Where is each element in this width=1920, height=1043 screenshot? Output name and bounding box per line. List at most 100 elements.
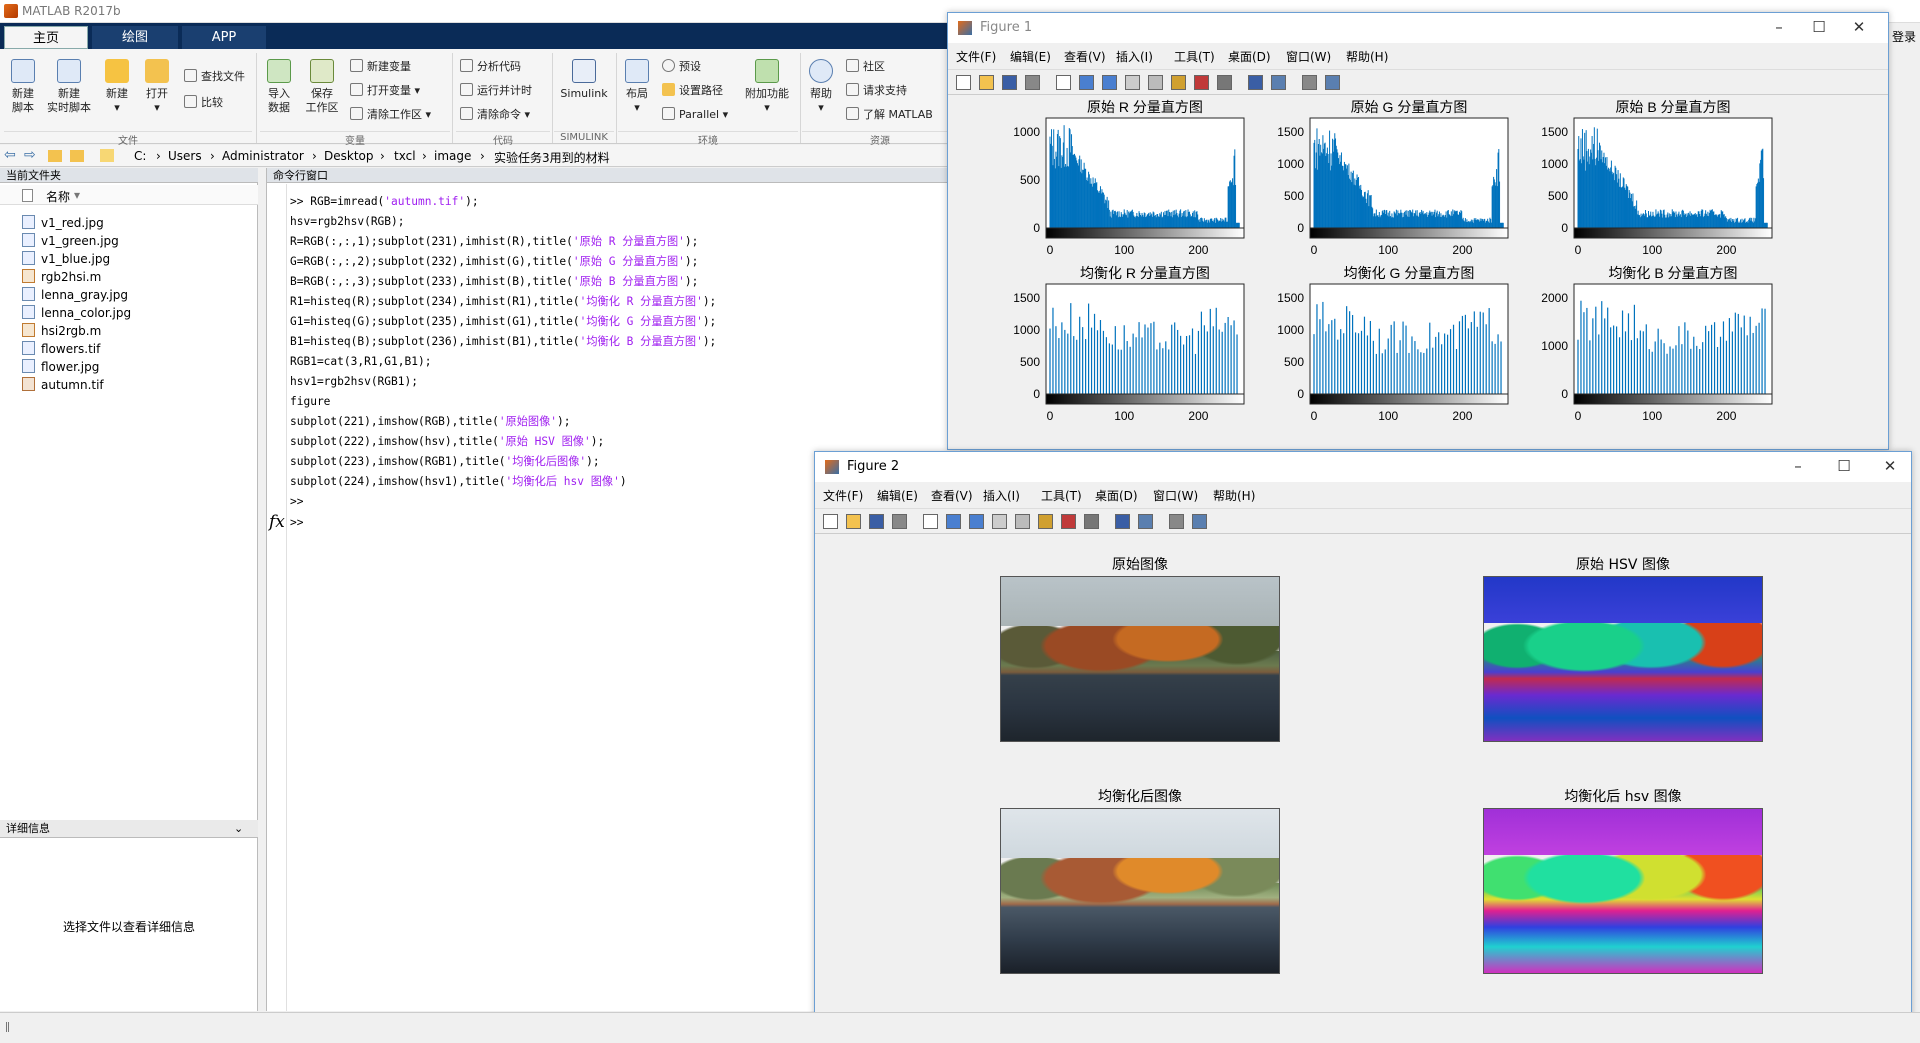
menu-item[interactable]: 窗口(W) [1153, 487, 1198, 504]
set-path-button[interactable]: 设置路径 [662, 83, 723, 99]
legend-icon[interactable] [1138, 514, 1153, 529]
file-item[interactable]: rgb2hsi.m [22, 268, 101, 286]
file-item[interactable]: lenna_color.jpg [22, 304, 131, 322]
preferences-button[interactable]: 预设 [662, 59, 701, 75]
clear-workspace-button[interactable]: 清除工作区 ▾ [350, 107, 431, 123]
find-files-button[interactable]: 查找文件 [184, 69, 245, 85]
parallel-button[interactable]: Parallel ▾ [662, 107, 728, 123]
menu-item[interactable]: 查看(V) [931, 487, 973, 504]
community-button[interactable]: 社区 [846, 59, 885, 75]
rotate-icon[interactable] [1015, 514, 1030, 529]
chevron-down-icon[interactable]: ⌄ [234, 820, 243, 838]
file-item[interactable]: v1_red.jpg [22, 214, 104, 232]
menu-item[interactable]: 桌面(D) [1095, 487, 1138, 504]
breadcrumb-item[interactable]: 实验任务3用到的材料 [494, 149, 610, 166]
new-script-button[interactable]: 新建 脚本 [6, 59, 40, 115]
close-button[interactable]: ✕ [1875, 457, 1905, 475]
rotate-icon[interactable] [1148, 75, 1163, 90]
file-item[interactable]: flower.jpg [22, 358, 99, 376]
new-live-script-button[interactable]: 新建 实时脚本 [46, 59, 92, 115]
import-data-button[interactable]: 导入 数据 [262, 59, 296, 115]
analyze-code-button[interactable]: 分析代码 [460, 59, 521, 75]
new-button[interactable]: 新建 ▾ [100, 59, 134, 115]
save-icon[interactable] [1002, 75, 1017, 90]
menu-item[interactable]: 插入(I) [983, 487, 1020, 504]
tab-plots[interactable]: 绘图 [92, 26, 178, 49]
colorbar-icon[interactable] [1248, 75, 1263, 90]
menu-item[interactable]: 桌面(D) [1228, 48, 1271, 65]
breadcrumb-item[interactable]: Desktop [324, 149, 374, 163]
menu-item[interactable]: 查看(V) [1064, 48, 1106, 65]
fx-icon[interactable]: fx [269, 512, 285, 532]
compare-button[interactable]: 比较 [184, 95, 223, 111]
link-icon[interactable] [1217, 75, 1232, 90]
open-variable-button[interactable]: 打开变量 ▾ [350, 83, 420, 99]
file-item[interactable]: hsi2rgb.m [22, 322, 101, 340]
new-figure-icon[interactable] [956, 75, 971, 90]
help-button[interactable]: 帮助 ▾ [804, 59, 838, 115]
zoom-out-icon[interactable] [1102, 75, 1117, 90]
print-icon[interactable] [892, 514, 907, 529]
zoom-in-icon[interactable] [946, 514, 961, 529]
file-item[interactable]: v1_blue.jpg [22, 250, 110, 268]
breadcrumb-item[interactable]: image [434, 149, 471, 163]
breadcrumb-item[interactable]: C: [134, 149, 146, 163]
menu-item[interactable]: 编辑(E) [1010, 48, 1051, 65]
print-icon[interactable] [1025, 75, 1040, 90]
close-button[interactable]: ✕ [1844, 18, 1874, 36]
open-button[interactable]: 打开 ▾ [140, 59, 174, 115]
open-icon[interactable] [979, 75, 994, 90]
data-cursor-icon[interactable] [1171, 75, 1186, 90]
zoom-out-icon[interactable] [969, 514, 984, 529]
hide-plot-tools-icon[interactable] [1302, 75, 1317, 90]
minimize-button[interactable]: – [1783, 457, 1813, 475]
save-icon[interactable] [869, 514, 884, 529]
data-cursor-icon[interactable] [1038, 514, 1053, 529]
menu-item[interactable]: 插入(I) [1116, 48, 1153, 65]
file-item[interactable]: autumn.tif [22, 376, 104, 394]
back-arrow-icon[interactable]: ⇦ [4, 147, 16, 163]
browse-folder-icon[interactable] [70, 150, 84, 162]
up-folder-icon[interactable] [48, 150, 62, 162]
learn-matlab-button[interactable]: 了解 MATLAB [846, 107, 933, 123]
run-and-time-button[interactable]: 运行并计时 [460, 83, 532, 99]
menu-item[interactable]: 文件(F) [956, 48, 996, 65]
clear-commands-button[interactable]: 清除命令 ▾ [460, 107, 530, 123]
menu-item[interactable]: 文件(F) [823, 487, 863, 504]
forward-arrow-icon[interactable]: ⇨ [24, 147, 36, 163]
pointer-icon[interactable] [1056, 75, 1071, 90]
show-plot-tools-icon[interactable] [1192, 514, 1207, 529]
brush-icon[interactable] [1194, 75, 1209, 90]
tab-home[interactable]: 主页 [4, 26, 88, 49]
pan-icon[interactable] [1125, 75, 1140, 90]
hide-plot-tools-icon[interactable] [1169, 514, 1184, 529]
breadcrumb-item[interactable]: txcl [394, 149, 416, 163]
addons-button[interactable]: 附加功能 ▾ [742, 59, 792, 115]
name-column-header[interactable]: 名称 ▾ [0, 185, 258, 205]
menu-item[interactable]: 帮助(H) [1346, 48, 1388, 65]
breadcrumb-item[interactable]: Users [168, 149, 202, 163]
menu-item[interactable]: 帮助(H) [1213, 487, 1255, 504]
colorbar-icon[interactable] [1115, 514, 1130, 529]
file-item[interactable]: v1_green.jpg [22, 232, 119, 250]
pointer-icon[interactable] [923, 514, 938, 529]
brush-icon[interactable] [1061, 514, 1076, 529]
menu-item[interactable]: 窗口(W) [1286, 48, 1331, 65]
menu-item[interactable]: 工具(T) [1174, 48, 1215, 65]
details-header[interactable]: 详细信息 ⌄ [0, 820, 258, 838]
menu-item[interactable]: 工具(T) [1041, 487, 1082, 504]
new-figure-icon[interactable] [823, 514, 838, 529]
request-support-button[interactable]: 请求支持 [846, 83, 907, 99]
save-workspace-button[interactable]: 保存 工作区 [302, 59, 342, 115]
login-link[interactable]: 登录 [1892, 28, 1916, 45]
pan-icon[interactable] [992, 514, 1007, 529]
maximize-button[interactable]: ☐ [1804, 18, 1834, 36]
file-item[interactable]: lenna_gray.jpg [22, 286, 128, 304]
layout-button[interactable]: 布局 ▾ [620, 59, 654, 115]
breadcrumb-item[interactable]: Administrator [222, 149, 304, 163]
legend-icon[interactable] [1271, 75, 1286, 90]
zoom-in-icon[interactable] [1079, 75, 1094, 90]
new-variable-button[interactable]: 新建变量 [350, 59, 411, 75]
minimize-button[interactable]: – [1764, 18, 1794, 36]
simulink-button[interactable]: Simulink [556, 59, 612, 101]
